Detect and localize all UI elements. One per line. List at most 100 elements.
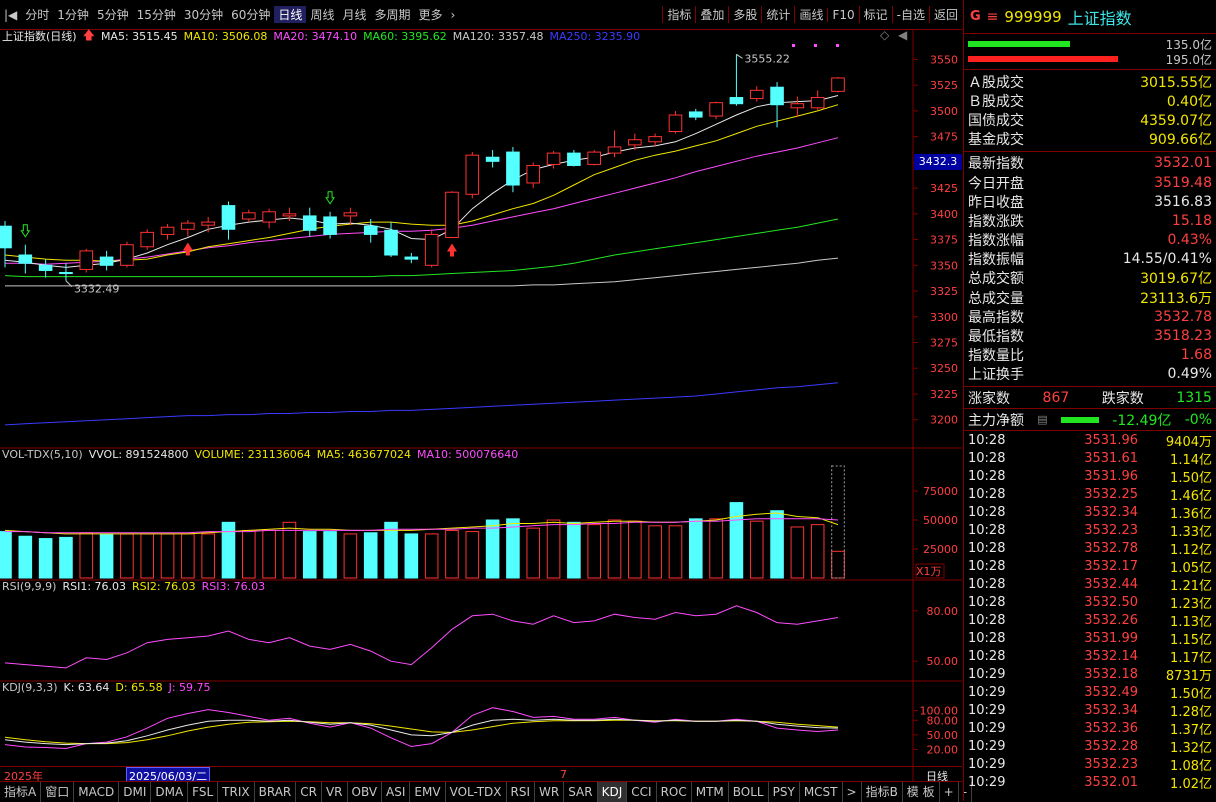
indicator-tab[interactable]: DMI xyxy=(119,781,152,802)
indicator-tab[interactable]: KDJ xyxy=(597,781,628,802)
index-stat-value: 0.43% xyxy=(1167,232,1212,249)
tick-price: 3532.49 xyxy=(1084,684,1138,700)
tick-row: 10:28 3532.78 1.12亿 xyxy=(964,539,1216,558)
tick-price: 3531.99 xyxy=(1084,630,1138,646)
tick-row: 10:28 3532.26 1.13亿 xyxy=(964,611,1216,630)
index-stat-label: 最低指数 xyxy=(968,329,1024,346)
candle-body xyxy=(424,233,439,266)
mainflow-label: 主力净额 xyxy=(968,412,1024,429)
indicator-tab[interactable]: MACD xyxy=(74,781,120,802)
turnover-label: Ｂ股成交 xyxy=(968,93,1024,110)
candle-body xyxy=(59,272,73,275)
turnover-label: Ａ股成交 xyxy=(968,74,1024,91)
volume-bar xyxy=(38,538,53,579)
tick-volume: 1.08亿 xyxy=(1170,758,1212,774)
candle-body xyxy=(262,211,276,223)
tick-price: 3532.01 xyxy=(1084,774,1138,790)
tick-price: 3532.25 xyxy=(1084,486,1138,502)
indicator-tab[interactable]: 窗口 xyxy=(41,781,75,802)
bottom-right-button[interactable]: 指标B xyxy=(862,781,903,802)
turnover-row: 基金成交 909.66亿 xyxy=(964,130,1216,149)
y-tick-label: 3225 xyxy=(930,388,958,401)
mainflow-bar xyxy=(1061,416,1099,423)
indicator-tab[interactable]: 指标A xyxy=(0,781,42,802)
volume-bar xyxy=(0,531,12,579)
volume-bar xyxy=(404,533,419,579)
menu-icon[interactable]: ≡ xyxy=(987,9,999,25)
candle-body xyxy=(709,102,723,117)
ma250-line xyxy=(4,382,839,426)
tick-price: 3532.17 xyxy=(1084,558,1138,574)
y-tick-label: 3350 xyxy=(930,259,958,272)
volume-bar xyxy=(445,529,459,579)
index-stat-value: 23113.6万 xyxy=(1140,290,1212,307)
indicator-tab[interactable]: EMV xyxy=(410,781,446,802)
tick-time: 10:28 xyxy=(968,432,1006,448)
signal-down-arrow-icon xyxy=(325,191,336,205)
tick-time: 10:29 xyxy=(968,720,1006,736)
index-stat-row: 总成交额 3019.67亿 xyxy=(964,269,1216,288)
indicator-tab[interactable]: VOL-TDX xyxy=(446,781,507,802)
vol-unit-label: X1万 xyxy=(916,565,942,578)
tick-row: 10:28 3532.17 1.05亿 xyxy=(964,557,1216,576)
candle-body xyxy=(221,205,236,230)
indicator-tab[interactable]: PSY xyxy=(769,781,800,802)
indicator-tab[interactable]: DMA xyxy=(151,781,189,802)
indicator-tab[interactable]: CR xyxy=(296,781,322,802)
indicator-tab[interactable]: WR xyxy=(535,781,565,802)
tick-time: 10:28 xyxy=(968,522,1006,538)
high-label: 3555.22 xyxy=(744,52,790,65)
bottom-right-button[interactable]: 模 板 xyxy=(903,781,940,802)
turnover-label: 国债成交 xyxy=(968,112,1024,129)
tick-time: 10:29 xyxy=(968,702,1006,718)
indicator-tab[interactable]: CCI xyxy=(627,781,657,802)
index-stat-label: 指数涨幅 xyxy=(968,233,1024,250)
kdj-y-tick-label: 50.00 xyxy=(927,729,959,742)
ma5-line xyxy=(4,95,839,268)
y-tick-label: 3200 xyxy=(930,414,958,427)
index-stat-label: 上证换手 xyxy=(968,367,1024,384)
indicator-tab[interactable]: MTM xyxy=(692,781,729,802)
indicator-tab[interactable]: ASI xyxy=(382,781,411,802)
indicator-tab[interactable]: FSL xyxy=(188,781,219,802)
candle-body xyxy=(587,151,601,165)
index-stat-label: 昨日收盘 xyxy=(968,194,1024,211)
tick-volume: 1.12亿 xyxy=(1170,542,1212,558)
index-stat-value: 1.68 xyxy=(1180,347,1212,364)
indicator-tab[interactable]: MCST xyxy=(800,781,843,802)
tick-row: 10:29 3532.28 1.32亿 xyxy=(964,737,1216,756)
index-stat-value: 3532.78 xyxy=(1154,308,1212,325)
candle-body xyxy=(749,89,764,100)
indicator-tab[interactable]: RSI xyxy=(507,781,536,802)
indicator-tab[interactable]: OBV xyxy=(348,781,383,802)
indicator-tab[interactable]: BOLL xyxy=(729,781,769,802)
index-stat-value: 14.55/0.41% xyxy=(1122,251,1212,268)
list-icon[interactable]: ▤ xyxy=(1037,413,1047,426)
tick-time: 10:29 xyxy=(968,666,1006,682)
indicator-tab[interactable]: VR xyxy=(322,781,348,802)
index-stat-label: 今日开盘 xyxy=(968,175,1024,192)
tick-time: 10:28 xyxy=(968,648,1006,664)
indicator-label: RSI1: 76.03 xyxy=(62,580,127,593)
index-stat-row: 最高指数 3532.78 xyxy=(964,307,1216,326)
candle-body xyxy=(120,244,134,266)
indicator-tab[interactable]: BRAR xyxy=(255,781,297,802)
indicator-tab[interactable]: TRIX xyxy=(218,781,255,802)
candle-body xyxy=(628,139,642,146)
group-prefix[interactable]: G xyxy=(970,9,981,24)
tick-volume: 9404万 xyxy=(1165,434,1212,450)
tick-time: 10:29 xyxy=(968,756,1006,772)
turnover-list: Ａ股成交 3015.55亿 Ｂ股成交 0.40亿 国债成交 4359.07亿 基金成交 909… xyxy=(964,70,1216,152)
month-mark: 7 xyxy=(560,768,567,781)
signal-up-arrow-icon xyxy=(182,242,193,256)
tabs-more-icon[interactable]: > xyxy=(843,781,862,802)
ma10-line xyxy=(4,104,839,262)
future-dot xyxy=(814,44,817,47)
bottom-right-button[interactable]: + xyxy=(940,781,959,802)
volume-bar xyxy=(343,533,358,579)
indicator-label: RSI3: 76.03 xyxy=(201,580,266,593)
indicator-tab[interactable]: SAR xyxy=(564,781,598,802)
indicator-tab[interactable]: ROC xyxy=(657,781,692,802)
candle-body xyxy=(160,226,175,235)
turnover-label: 基金成交 xyxy=(968,132,1024,149)
